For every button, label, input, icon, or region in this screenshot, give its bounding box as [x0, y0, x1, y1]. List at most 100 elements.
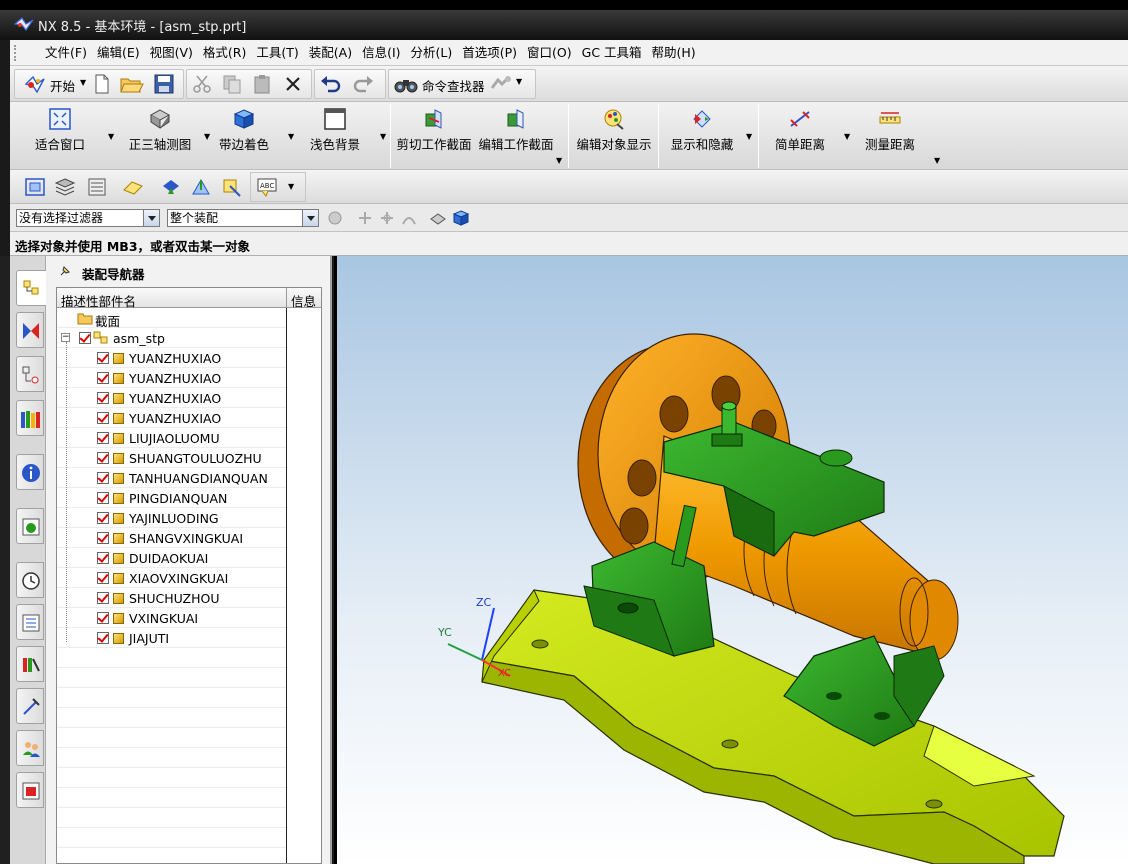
- component-visibility-checkbox[interactable]: [97, 612, 109, 624]
- measure-dropdown[interactable]: ▼: [934, 156, 940, 165]
- command-finder-button[interactable]: 命令查找器: [422, 76, 485, 95]
- column-header-info[interactable]: 信息: [291, 291, 316, 310]
- view-faceted-icon[interactable]: [428, 209, 448, 227]
- tree-node-component[interactable]: SHANGVXINGKUAI: [57, 528, 286, 548]
- tree-node-component[interactable]: DUIDAOKUAI: [57, 548, 286, 568]
- component-visibility-checkbox[interactable]: [97, 432, 109, 444]
- tree-node-component[interactable]: SHUCHUZHOU: [57, 588, 286, 608]
- annotation-icon[interactable]: ABC: [256, 176, 282, 198]
- menu-item-1[interactable]: 编辑(E): [92, 45, 145, 61]
- assembly-navigator-tab[interactable]: [16, 270, 48, 306]
- component-visibility-checkbox[interactable]: [97, 552, 109, 564]
- binoculars-icon[interactable]: [394, 74, 418, 94]
- chevron-down-icon[interactable]: [302, 210, 318, 226]
- menu-item-9[interactable]: 窗口(O): [522, 45, 577, 61]
- clip-section-button[interactable]: 剪切工作截面: [394, 102, 474, 170]
- tree-node-component[interactable]: XIAOVXINGKUAI: [57, 568, 286, 588]
- cut-icon[interactable]: [192, 74, 212, 94]
- menu-item-7[interactable]: 分析(L): [406, 45, 458, 61]
- snap-arc-icon[interactable]: [400, 209, 418, 227]
- manufacturing-wizard-tab[interactable]: [16, 688, 44, 724]
- type-filter-combo[interactable]: 没有选择过滤器: [16, 209, 160, 227]
- web-browser-tab[interactable]: [16, 508, 44, 544]
- start-dropdown-arrow[interactable]: ▼: [80, 78, 86, 87]
- snap-point-icon[interactable]: [356, 209, 374, 227]
- component-visibility-checkbox[interactable]: [97, 592, 109, 604]
- nx-start-icon[interactable]: [24, 74, 46, 94]
- hd3d-tools-tab[interactable]: [16, 454, 44, 490]
- tree-node-component[interactable]: VXINGKUAI: [57, 608, 286, 628]
- menu-item-0[interactable]: 文件(F): [40, 45, 92, 61]
- component-visibility-checkbox[interactable]: [97, 392, 109, 404]
- show-and-hide-button[interactable]: 显示和隐藏 ▼: [664, 102, 752, 170]
- select-filter-icon[interactable]: [326, 209, 344, 227]
- open-folder-icon[interactable]: [120, 74, 144, 94]
- shaded-with-edges-button[interactable]: 带边着色 ▼: [210, 102, 294, 170]
- background-dropdown[interactable]: ▼: [380, 132, 386, 141]
- annotation-dropdown[interactable]: ▼: [288, 182, 294, 191]
- component-visibility-checkbox[interactable]: [97, 472, 109, 484]
- toolbar-options-arrow[interactable]: ▼: [516, 77, 522, 86]
- constraint-navigator-tab[interactable]: [16, 312, 44, 348]
- process-studio-tab[interactable]: [16, 646, 44, 682]
- shaded-select-icon[interactable]: [452, 209, 470, 227]
- menu-item-5[interactable]: 装配(A): [304, 45, 357, 61]
- add-component-icon[interactable]: [160, 176, 182, 198]
- eraser-icon[interactable]: [122, 178, 146, 196]
- simple-distance-button[interactable]: 简单距离 ▼: [762, 102, 850, 170]
- menu-item-6[interactable]: 信息(I): [357, 45, 405, 61]
- root-visibility-checkbox[interactable]: [79, 332, 91, 344]
- menu-item-4[interactable]: 工具(T): [251, 45, 303, 61]
- graphics-window[interactable]: ZC YC XC: [334, 256, 1128, 864]
- tree-node-component[interactable]: YUANZHUXIAO: [57, 388, 286, 408]
- redo-icon[interactable]: [352, 75, 374, 93]
- component-visibility-checkbox[interactable]: [97, 532, 109, 544]
- section-dropdown[interactable]: ▼: [556, 156, 562, 165]
- model-canvas[interactable]: ZC YC XC: [334, 256, 1128, 864]
- system-scene-tab[interactable]: [16, 772, 44, 808]
- menu-item-11[interactable]: 帮助(H): [647, 45, 701, 61]
- undo-icon[interactable]: [320, 75, 342, 93]
- tree-node-component[interactable]: YUANZHUXIAO: [57, 348, 286, 368]
- menu-item-10[interactable]: GC 工具箱: [577, 45, 647, 61]
- component-visibility-checkbox[interactable]: [97, 372, 109, 384]
- reuse-library-tab[interactable]: [16, 400, 44, 436]
- show-hide-dropdown[interactable]: ▼: [746, 132, 752, 141]
- tree-node-component[interactable]: SHUANGTOULUOZHU: [57, 448, 286, 468]
- menu-item-3[interactable]: 格式(R): [198, 45, 251, 61]
- delete-icon[interactable]: [284, 75, 302, 93]
- layer-settings-icon[interactable]: [86, 177, 108, 197]
- collapse-toggle[interactable]: −: [61, 333, 70, 342]
- component-visibility-checkbox[interactable]: [97, 452, 109, 464]
- distance-dropdown[interactable]: ▼: [844, 132, 850, 141]
- component-visibility-checkbox[interactable]: [97, 412, 109, 424]
- copy-icon[interactable]: [222, 74, 242, 94]
- start-button[interactable]: 开始: [50, 76, 75, 95]
- tree-node-component[interactable]: PINGDIANQUAN: [57, 488, 286, 508]
- menu-item-2[interactable]: 视图(V): [145, 45, 198, 61]
- component-visibility-checkbox[interactable]: [97, 352, 109, 364]
- component-visibility-checkbox[interactable]: [97, 572, 109, 584]
- tree-node-component[interactable]: YUANZHUXIAO: [57, 408, 286, 428]
- menu-grip[interactable]: [14, 45, 18, 61]
- component-visibility-checkbox[interactable]: [97, 492, 109, 504]
- component-visibility-checkbox[interactable]: [97, 512, 109, 524]
- new-file-icon[interactable]: [94, 74, 110, 94]
- tree-node-component[interactable]: JIAJUTI: [57, 628, 286, 648]
- trimetric-button[interactable]: 正三轴测图 ▼: [114, 102, 210, 170]
- edit-section-button[interactable]: 编辑工作截面 ▼: [476, 102, 562, 170]
- part-navigator-tab[interactable]: [16, 356, 44, 392]
- fit-view-button[interactable]: 适合窗口 ▼: [24, 102, 114, 170]
- menu-item-8[interactable]: 首选项(P): [457, 45, 522, 61]
- fixture-body-jiajuti[interactable]: [481, 589, 1065, 864]
- history-tab[interactable]: [16, 562, 44, 598]
- system-materials-tab[interactable]: [16, 604, 44, 640]
- paste-icon[interactable]: [252, 74, 272, 94]
- roles-tab[interactable]: [16, 730, 44, 766]
- pin-icon[interactable]: [58, 264, 72, 278]
- move-component-icon[interactable]: [220, 176, 242, 198]
- layers-icon[interactable]: [54, 177, 76, 197]
- chevron-down-icon[interactable]: [143, 210, 159, 226]
- tree-node-component[interactable]: LIUJIAOLUOMU: [57, 428, 286, 448]
- tree-node-component[interactable]: YAJINLUODING: [57, 508, 286, 528]
